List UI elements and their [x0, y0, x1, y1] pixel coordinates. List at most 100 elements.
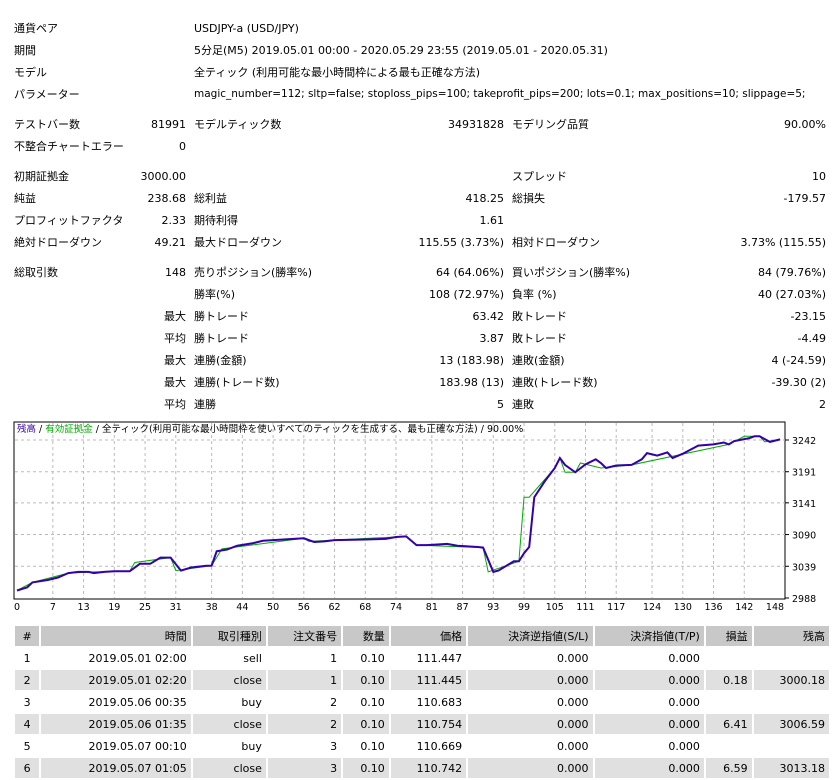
value: 3.73% (115.55) — [740, 235, 826, 249]
column-header: 取引種別 — [192, 626, 266, 646]
table-cell: 0.10 — [360, 739, 385, 753]
value: 34931828 — [448, 117, 504, 131]
label: 相対ドローダウン — [512, 236, 600, 249]
table-cell: 0.000 — [557, 739, 589, 753]
value: 5分足(M5) 2019.05.01 00:00 - 2020.05.29 23… — [194, 44, 608, 57]
value: 3000.00 — [140, 169, 187, 183]
table-cell: 4 — [15, 714, 40, 734]
value: 64 (64.06%) — [435, 265, 504, 279]
x-tick-label: 105 — [546, 602, 564, 613]
label: 連敗(トレード数) — [512, 376, 598, 389]
table-cell: 0.10 — [360, 695, 385, 709]
legend: 残高 / 有効証拠金 / 全ティック(利用可能な最小時間枠を使いすべてのティック… — [17, 423, 523, 435]
table-cell: 2019.05.06 00:35 — [88, 695, 187, 709]
table-cell: 5 — [23, 739, 31, 753]
table-row: 3 2019.05.06 00:35 buy 2 0.10 110.683 0.000 0.0… — [15, 692, 829, 712]
table-cell: 2019.05.06 01:35 — [41, 714, 191, 734]
table-cell: 6.41 — [705, 714, 752, 734]
value: 108 (72.97%) — [428, 287, 504, 301]
table-cell: 3013.18 — [753, 758, 829, 778]
label: 買いポジション(勝率%) — [512, 266, 631, 279]
label: 総取引数 — [14, 266, 58, 279]
value: 183.98 (13) — [439, 375, 504, 389]
table-cell: 111.447 — [416, 651, 463, 665]
x-tick-label: 81 — [426, 602, 438, 613]
column-header: 注文番号 — [267, 626, 342, 646]
table-cell: 2019.05.07 01:05 — [41, 758, 191, 778]
table-cell: 2 — [267, 714, 342, 734]
label: モデルティック数 — [194, 118, 282, 131]
x-tick-label: 148 — [766, 602, 784, 613]
table-row: 4 2019.05.06 01:35 close 2 0.10 110.754 0.000 0… — [15, 714, 829, 734]
y-tick-label: 3141 — [792, 499, 816, 510]
label: 連勝(トレード数) — [194, 376, 280, 389]
label: 総損失 — [512, 192, 545, 205]
table-cell: 1 — [267, 670, 342, 690]
label: 負率 (%) — [512, 288, 557, 301]
column-header: 損益 — [705, 626, 752, 646]
table-cell: 3000.18 — [753, 670, 829, 690]
table-cell: 0.000 — [468, 758, 593, 778]
summary-table: 通貨ペア USDJPY-a (USD/JPY) 期間 5分足(M5) 2019.05… — [10, 17, 830, 415]
table-cell — [754, 692, 829, 712]
table-cell: 2019.05.01 02:20 — [41, 670, 191, 690]
column-header: 価格 — [390, 626, 467, 646]
label: 勝トレード — [194, 310, 249, 323]
x-tick-label: 74 — [390, 602, 402, 613]
x-tick-label: 93 — [487, 602, 499, 613]
label: 連勝 — [194, 398, 216, 411]
label: 連勝(金額) — [194, 354, 247, 367]
value: 3.87 — [479, 331, 505, 345]
table-cell: 0.000 — [594, 714, 704, 734]
label: 平均 — [164, 398, 186, 411]
column-header: # — [15, 626, 40, 646]
table-cell: 3 — [267, 758, 342, 778]
table-cell — [754, 736, 829, 756]
label: 敗トレード — [512, 332, 567, 345]
label: 純益 — [14, 192, 36, 205]
table-row: 5 2019.05.07 00:10 buy 3 0.10 110.669 0.000 0.0… — [15, 736, 829, 756]
table-cell: sell — [243, 651, 262, 665]
value: 0 — [179, 139, 186, 153]
y-tick-label: 3039 — [792, 562, 816, 573]
label: 敗トレード — [512, 310, 567, 323]
value: 5 — [497, 397, 504, 411]
label: 勝率(%) — [194, 288, 236, 301]
table-cell: 2019.05.01 02:00 — [88, 651, 187, 665]
x-tick-label: 56 — [298, 602, 310, 613]
table-cell: close — [192, 758, 266, 778]
table-cell: 6 — [15, 758, 40, 778]
label: 最大 — [164, 376, 186, 389]
value: 全ティック (利用可能な最小時間枠による最も正確な方法) — [194, 66, 481, 79]
value: 115.55 (3.73%) — [418, 235, 504, 249]
table-cell — [706, 692, 752, 712]
table-cell: 0.000 — [668, 739, 700, 753]
table-cell: 0.10 — [343, 714, 389, 734]
label: 平均 — [164, 332, 186, 345]
value: -4.49 — [797, 331, 826, 345]
x-tick-label: 68 — [359, 602, 371, 613]
value: 2.33 — [161, 213, 187, 227]
value: -179.57 — [783, 191, 826, 205]
column-header: 決済逆指値(S/L) — [468, 626, 593, 646]
label: モデリング品質 — [512, 118, 589, 131]
table-cell — [754, 648, 829, 668]
legend-quality: 90.00% — [487, 424, 523, 435]
table-row: 1 2019.05.01 02:00 sell 1 0.10 111.447 0.000 0.… — [15, 648, 829, 668]
table-cell: close — [192, 670, 266, 690]
table-cell — [706, 736, 752, 756]
value: USDJPY-a (USD/JPY) — [194, 21, 299, 35]
label: 勝トレード — [194, 332, 249, 345]
table-cell: 3006.59 — [753, 714, 829, 734]
x-tick-label: 31 — [170, 602, 182, 613]
value: -39.30 (2) — [771, 375, 826, 389]
column-header: 時間 — [41, 626, 191, 646]
value: 90.00% — [784, 117, 826, 131]
value: 418.25 — [465, 191, 505, 205]
legend-balance: 残高 — [17, 423, 36, 435]
value: 238.68 — [147, 191, 187, 205]
value: 10 — [812, 169, 826, 183]
column-header: 決済指値(T/P) — [594, 626, 704, 646]
y-tick-label: 3191 — [792, 468, 816, 479]
label: 最大 — [164, 354, 186, 367]
